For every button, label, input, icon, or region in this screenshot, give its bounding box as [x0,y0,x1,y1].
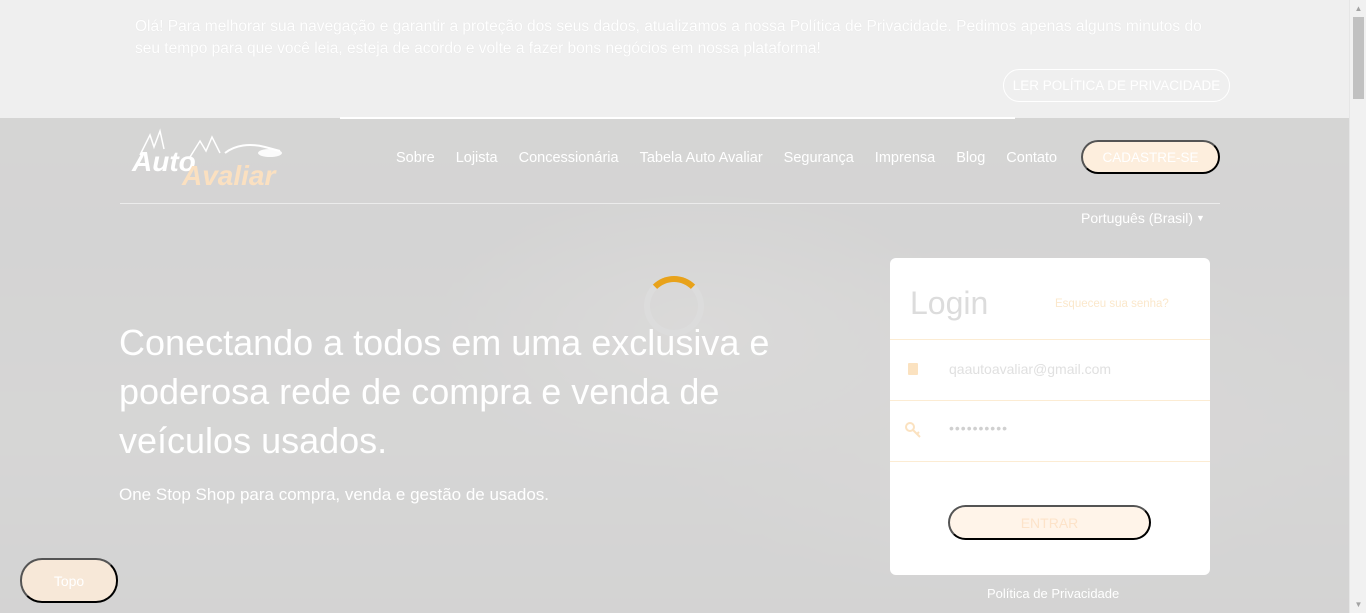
email-value: qaautoavaliar@gmail.com [949,361,1112,377]
banner-divider [340,117,1015,119]
nav-item-tabela[interactable]: Tabela Auto Avaliar [640,150,763,166]
scroll-thumb[interactable] [1353,17,1364,99]
signup-button[interactable]: CADASTRE-SE [1081,140,1220,174]
nav-item-blog[interactable]: Blog [956,150,985,166]
login-title: Login [910,285,989,321]
logo-mark: Auto Avaliar [131,128,282,191]
hero-subtitle: One Stop Shop para compra, venda e gestã… [119,485,550,504]
user-icon [904,360,922,378]
enter-button[interactable]: ENTRAR [948,505,1151,540]
nav-item-imprensa[interactable]: Imprensa [875,150,935,166]
nav-item-sobre[interactable]: Sobre [396,150,435,166]
login-card: Login Esqueceu sua senha? qaautoavaliar@… [890,258,1210,575]
auto-avaliar-logo[interactable]: Auto Avaliar [130,127,295,192]
caret-down-icon: ▼ [1196,213,1205,223]
privacy-policy-link[interactable]: Política de Privacidade [987,586,1119,601]
language-selector[interactable]: Português (Brasil) ▼ [1081,210,1205,226]
email-field[interactable]: qaautoavaliar@gmail.com [890,339,1210,401]
password-field[interactable]: •••••••••• [890,400,1210,462]
hero-title: Conectando a todos em uma exclusiva e po… [119,322,770,461]
privacy-text: Olá! Para melhorar sua navegação e garan… [135,18,1202,57]
back-to-top-button[interactable]: Topo [20,558,118,603]
nav-item-seguranca[interactable]: Segurança [784,150,854,166]
nav-item-lojista[interactable]: Lojista [456,150,498,166]
nav-item-concessionaria[interactable]: Concessionária [519,150,619,166]
read-privacy-policy-button[interactable]: LER POLÍTICA DE PRIVACIDADE [1003,69,1230,102]
svg-text:Avaliar: Avaliar [181,160,277,191]
header-divider [120,203,1220,204]
vertical-scrollbar[interactable]: ▲ ▼ [1349,0,1366,613]
forgot-password-link[interactable]: Esqueceu sua senha? [1055,298,1169,310]
privacy-banner: Olá! Para melhorar sua navegação e garan… [0,0,1349,118]
main-nav: Sobre Lojista Concessionária Tabela Auto… [396,146,1078,170]
language-label: Português (Brasil) [1081,210,1194,226]
nav-item-contato[interactable]: Contato [1006,150,1057,166]
scroll-up-icon[interactable]: ▲ [1350,0,1366,17]
key-icon [904,421,922,439]
password-value: •••••••••• [949,420,1009,436]
scroll-down-icon[interactable]: ▼ [1350,596,1366,613]
